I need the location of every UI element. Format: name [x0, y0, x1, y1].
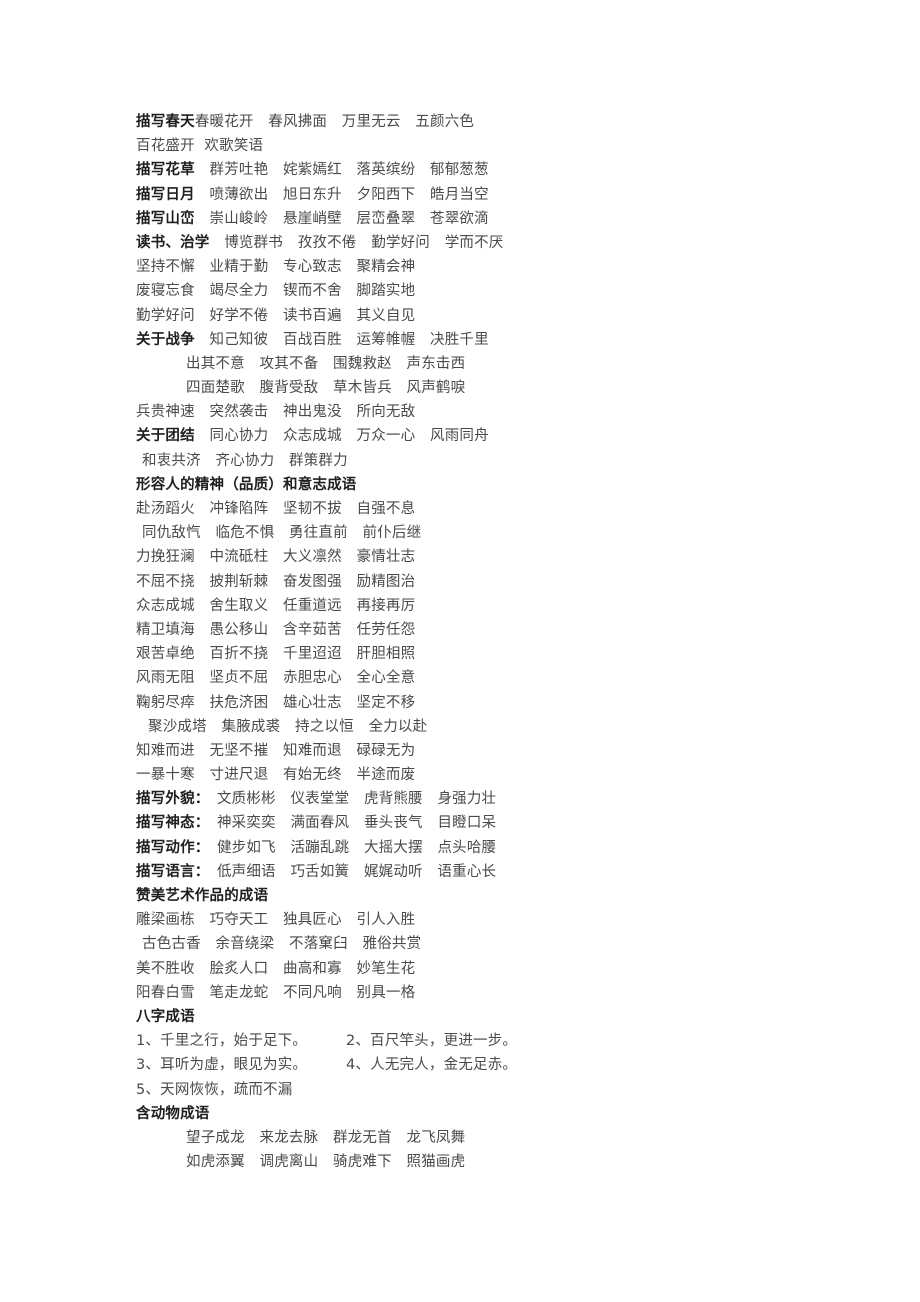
section-line-study-3: 勤学好问 好学不倦 读书百遍 其义自见 [136, 307, 416, 324]
section-line-spirit-6: 精卫填海 愚公移山 含辛茹苦 任劳任怨 [136, 621, 416, 638]
eight-char-item-5: 5、天网恢恢，疏而不漏 [136, 1081, 293, 1098]
section-row-war: 关于战争 知己知彼 百战百胜 运筹帷幄 决胜千里 [136, 328, 796, 352]
section-line-animals-1: 望子成龙 来龙去脉 群龙无首 龙飞凤舞 [186, 1129, 466, 1146]
section-items-action: 健步如飞 活蹦乱跳 大摇大摆 点头哈腰 [202, 839, 497, 856]
section-label-spring: 描写春天 [136, 114, 195, 130]
idiom-reference-sheet: 描写春天春暖花开 春风拂面 万里无云 五颜六色 百花盛开 欢歌笑语 描写花草 群… [136, 110, 796, 1174]
section-line-study-1: 坚持不懈 业精于勤 专心致志 聚精会神 [136, 259, 416, 276]
section-items-unity: 同心协力 众志成城 万众一心 风雨同舟 [194, 428, 489, 445]
section-row-study: 读书、治学 博览群书 孜孜不倦 勤学好问 学而不厌 [136, 231, 796, 255]
section-items-appearance: 文质彬彬 仪表堂堂 虎背熊腰 身强力壮 [202, 791, 497, 808]
section-label-war: 关于战争 [136, 331, 195, 348]
section-continuation-spring: 百花盛开 欢歌笑语 [136, 138, 264, 155]
eight-char-row: 1、千里之行，始于足下。 2、百尺竿头，更进一步。 [136, 1029, 796, 1053]
section-line-spirit-indent: 聚沙成塔 集腋成裘 持之以恒 全力以赴 [148, 718, 428, 735]
section-line-war-indent-2: 四面楚歌 腹背受敌 草木皆兵 风声鹤唳 [186, 380, 466, 397]
section-line-spirit-2: 同仇敌忾 临危不惧 勇往直前 前仆后继 [142, 525, 422, 542]
section-line-art-indent: 古色古香 余音绕梁 不落窠臼 雅俗共赏 [142, 936, 422, 953]
section-line-spirit-4: 不屈不挠 披荆斩棘 奋发图强 励精图治 [136, 573, 416, 590]
section-row-action: 描写动作： 健步如飞 活蹦乱跳 大摇大摆 点头哈腰 [136, 836, 796, 860]
section-row-mountains: 描写山峦 崇山峻岭 悬崖峭壁 层峦叠翠 苍翠欲滴 [136, 207, 796, 231]
section-line-war-indent-1: 出其不意 攻其不备 围魏救赵 声东击西 [186, 355, 466, 372]
section-items-flowers: 群芳吐艳 姹紫嫣红 落英缤纷 郁郁葱葱 [194, 162, 489, 179]
section-label-study: 读书、治学 [136, 234, 210, 251]
section-row-spring: 描写春天春暖花开 春风拂面 万里无云 五颜六色 [136, 110, 796, 134]
section-items-speech: 低声细语 巧舌如簧 娓娓动听 语重心长 [202, 863, 497, 880]
eight-char-row: 5、天网恢恢，疏而不漏 [136, 1078, 796, 1102]
section-items-expression: 神采奕奕 满面春风 垂头丧气 目瞪口呆 [202, 815, 497, 832]
eight-char-row: 3、耳听为虚，眼见为实。 4、人无完人，金无足赤。 [136, 1053, 796, 1077]
section-row-expression: 描写神态： 神采奕奕 满面春风 垂头丧气 目瞪口呆 [136, 811, 796, 835]
section-line-animals-2: 如虎添翼 调虎离山 骑虎难下 照猫画虎 [186, 1154, 466, 1171]
section-items-sun-moon: 喷薄欲出 旭日东升 夕阳西下 皓月当空 [194, 186, 489, 203]
section-line-spirit-1: 赴汤蹈火 冲锋陷阵 坚韧不拔 自强不息 [136, 501, 416, 517]
eight-char-item-4: 4、人无完人，金无足赤。 [346, 1057, 518, 1074]
section-row-speech: 描写语言： 低声细语 巧舌如簧 娓娓动听 语重心长 [136, 860, 796, 884]
section-line-war-trailing: 兵贵神速 突然袭击 神出鬼没 所向无敌 [136, 404, 416, 421]
section-label-flowers: 描写花草 [136, 162, 195, 179]
section-line-spirit-7: 艰苦卓绝 百折不挠 千里迢迢 肝胆相照 [136, 646, 416, 663]
section-line-spirit-tail-2: 一暴十寒 寸进尺退 有始无终 半途而废 [136, 767, 416, 784]
section-line-spirit-tail-1: 知难而进 无坚不摧 知难而退 碌碌无为 [136, 742, 416, 759]
section-row-appearance: 描写外貌： 文质彬彬 仪表堂堂 虎背熊腰 身强力壮 [136, 787, 796, 811]
section-continuation-unity: 和衷共济 齐心协力 群策群力 [142, 452, 348, 469]
section-row-sun-moon: 描写日月 喷薄欲出 旭日东升 夕阳西下 皓月当空 [136, 183, 796, 207]
section-items-war: 知己知彼 百战百胜 运筹帷幄 决胜千里 [194, 331, 489, 348]
section-heading-spirit: 形容人的精神（品质）和意志成语 [136, 476, 357, 493]
section-label-speech: 描写语言： [136, 863, 203, 880]
section-line-spirit-9: 鞠躬尽瘁 扶危济困 雄心壮志 坚定不移 [136, 694, 416, 711]
section-line-spirit-5: 众志成城 舍生取义 任重道远 再接再厉 [136, 597, 416, 614]
section-line-spirit-8: 风雨无阻 坚贞不屈 赤胆忠心 全心全意 [136, 670, 416, 687]
section-heading-animals: 含动物成语 [136, 1105, 210, 1122]
section-line-art-1: 雕梁画栋 巧夺天工 独具匠心 引人入胜 [136, 912, 416, 929]
document-page: 描写春天春暖花开 春风拂面 万里无云 五颜六色 百花盛开 欢歌笑语 描写花草 群… [0, 0, 920, 1302]
section-heading-eight-char: 八字成语 [136, 1008, 195, 1025]
section-label-expression: 描写神态： [136, 815, 203, 832]
section-line-study-2: 废寝忘食 竭尽全力 锲而不舍 脚踏实地 [136, 283, 416, 300]
eight-char-item-1: 1、千里之行，始于足下。 [136, 1033, 308, 1050]
section-items-spring: 春暖花开 春风拂面 万里无云 五颜六色 [194, 114, 475, 130]
section-heading-art: 赞美艺术作品的成语 [136, 888, 269, 904]
section-row-unity: 关于团结 同心协力 众志成城 万众一心 风雨同舟 [136, 424, 796, 448]
section-label-unity: 关于团结 [136, 428, 195, 445]
eight-char-item-2: 2、百尺竿头，更进一步。 [346, 1033, 518, 1050]
section-items-study: 博览群书 孜孜不倦 勤学好问 学而不厌 [209, 234, 504, 251]
eight-char-item-3: 3、耳听为虚，眼见为实。 [136, 1057, 308, 1074]
section-items-mountains: 崇山峻岭 悬崖峭壁 层峦叠翠 苍翠欲滴 [194, 210, 489, 227]
section-label-mountains: 描写山峦 [136, 210, 195, 227]
section-label-action: 描写动作： [136, 839, 203, 856]
section-row-flowers: 描写花草 群芳吐艳 姹紫嫣红 落英缤纷 郁郁葱葱 [136, 158, 796, 182]
section-label-sun-moon: 描写日月 [136, 186, 195, 203]
section-label-appearance: 描写外貌： [136, 791, 203, 808]
section-line-art-tail-2: 阳春白雪 笔走龙蛇 不同凡响 别具一格 [136, 984, 416, 1001]
section-line-spirit-3: 力挽狂澜 中流砥柱 大义凛然 豪情壮志 [136, 549, 416, 566]
section-line-art-tail-1: 美不胜收 脍炙人口 曲高和寡 妙笔生花 [136, 960, 416, 977]
